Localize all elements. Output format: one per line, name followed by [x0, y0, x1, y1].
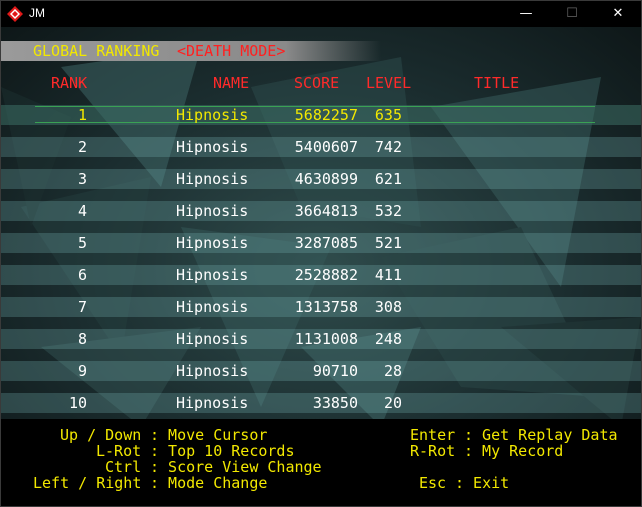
column-header-level: LEVEL [366, 74, 412, 92]
row-name: Hipnosis [176, 138, 249, 156]
row-level: 411 [374, 266, 402, 284]
row-rank: 9 [77, 362, 87, 380]
help-rrot-key: R-Rot [410, 442, 456, 460]
row-level: 635 [374, 106, 402, 124]
mode-label: <DEATH MODE> [177, 42, 286, 60]
row-level: 621 [374, 170, 402, 188]
row-level: 28 [383, 362, 402, 380]
row-score: 3664813 [294, 202, 358, 220]
row-score: 2528882 [294, 266, 358, 284]
row-level: 742 [374, 138, 402, 156]
row-score: 1313758 [294, 298, 358, 316]
help-leftright-key: Left / Right [33, 474, 142, 492]
row-level: 248 [374, 330, 402, 348]
ranking-title: GLOBAL RANKING [33, 42, 160, 60]
row-score: 5400607 [294, 138, 358, 156]
row-rank: 6 [77, 266, 87, 284]
row-rank: 10 [68, 394, 87, 412]
column-header-score: SCORE [294, 74, 340, 92]
row-name: Hipnosis [176, 106, 249, 124]
row-rank: 7 [77, 298, 87, 316]
row-name: Hipnosis [176, 362, 249, 380]
ranking-row[interactable]: 3 Hipnosis 4630899 621 [1, 169, 641, 193]
row-level: 20 [383, 394, 402, 412]
ranking-row[interactable]: 8 Hipnosis 1131008 248 [1, 329, 641, 353]
column-header-name: NAME [213, 74, 250, 92]
row-name: Hipnosis [176, 394, 249, 412]
game-window: JM — ☐ ✕ GLOBAL RANKING <DEATH MODE> RAN… [0, 0, 642, 507]
help-leftright-action: : Mode Change [150, 474, 268, 492]
row-name: Hipnosis [176, 234, 249, 252]
row-rank: 5 [77, 234, 87, 252]
ranking-row[interactable]: 9 Hipnosis 90710 28 [1, 361, 641, 385]
row-score: 5682257 [294, 106, 358, 124]
ranking-row[interactable]: 4 Hipnosis 3664813 532 [1, 201, 641, 225]
row-name: Hipnosis [176, 170, 249, 188]
ranking-row[interactable]: 7 Hipnosis 1313758 308 [1, 297, 641, 321]
row-name: Hipnosis [176, 330, 249, 348]
row-rank: 4 [77, 202, 87, 220]
maximize-button[interactable]: ☐ [549, 1, 595, 27]
row-score: 3287085 [294, 234, 358, 252]
row-score: 4630899 [294, 170, 358, 188]
row-rank: 2 [77, 138, 87, 156]
column-header-rank: RANK [51, 74, 88, 92]
row-rank: 3 [77, 170, 87, 188]
app-logo-icon [7, 6, 23, 22]
ranking-row[interactable]: 5 Hipnosis 3287085 521 [1, 233, 641, 257]
row-rank: 8 [77, 330, 87, 348]
column-header-title: TITLE [474, 74, 520, 92]
minimize-button[interactable]: — [503, 1, 549, 27]
row-score: 90710 [312, 362, 358, 380]
row-name: Hipnosis [176, 266, 249, 284]
ranking-row[interactable]: 2 Hipnosis 5400607 742 [1, 137, 641, 161]
window-title: JM [29, 6, 45, 20]
ranking-row[interactable]: 1 Hipnosis 5682257 635 [1, 105, 641, 129]
help-esc-key: Esc [419, 474, 447, 492]
row-level: 308 [374, 298, 402, 316]
title-bar[interactable]: JM — ☐ ✕ [1, 1, 641, 27]
row-name: Hipnosis [176, 202, 249, 220]
row-level: 532 [374, 202, 402, 220]
row-rank: 1 [77, 106, 87, 124]
row-score: 33850 [312, 394, 358, 412]
close-button[interactable]: ✕ [595, 1, 641, 27]
row-level: 521 [374, 234, 402, 252]
row-score: 1131008 [294, 330, 358, 348]
controls-help-panel: Up / Down : Move Cursor L-Rot : Top 10 R… [1, 419, 641, 506]
ranking-screen: GLOBAL RANKING <DEATH MODE> RANK NAME SC… [1, 27, 641, 506]
ranking-row[interactable]: 10 Hipnosis 33850 20 [1, 393, 641, 417]
help-rrot-action: : My Record [464, 442, 564, 460]
row-name: Hipnosis [176, 298, 249, 316]
ranking-row[interactable]: 6 Hipnosis 2528882 411 [1, 265, 641, 289]
help-esc-action: : Exit [455, 474, 510, 492]
